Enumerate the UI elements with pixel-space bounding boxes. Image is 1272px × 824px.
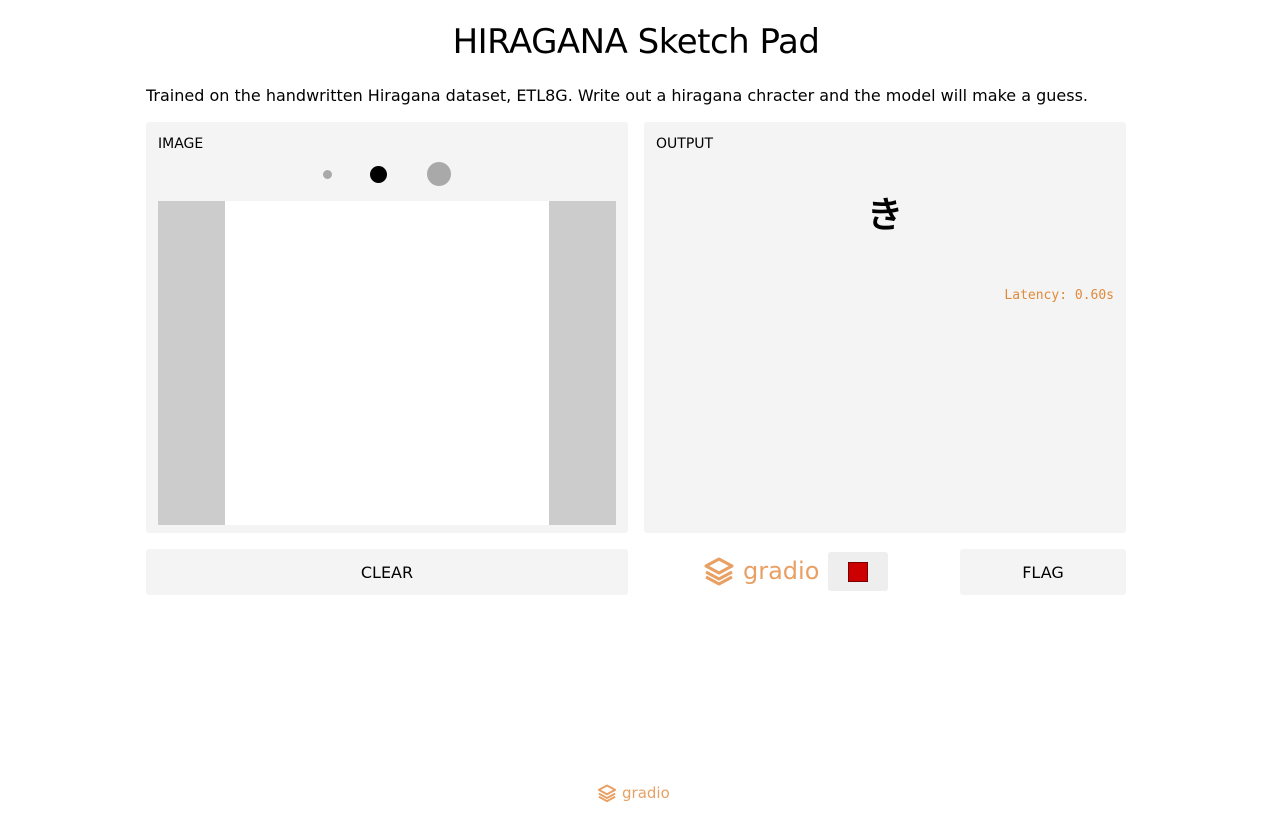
page: HIRAGANA Sketch Pad Trained on the handw… — [0, 0, 1272, 824]
brush-size-small[interactable] — [323, 170, 332, 179]
input-panel: IMAGE — [146, 122, 628, 533]
brush-size-large[interactable] — [427, 162, 451, 186]
stop-icon — [848, 562, 868, 582]
brush-size-medium[interactable] — [370, 166, 387, 183]
brush-size-selector — [146, 160, 628, 188]
flag-button[interactable]: FLAG — [960, 549, 1126, 595]
latency-readout: Latency: 0.60s — [1004, 288, 1114, 303]
stop-button[interactable] — [828, 552, 888, 591]
page-title: HIRAGANA Sketch Pad — [452, 22, 820, 62]
footer-brand-name: gradio — [622, 784, 670, 802]
predicted-character: き — [866, 195, 903, 236]
gradio-brand-name: gradio — [743, 557, 820, 585]
output-panel: OUTPUT き Latency: 0.60s — [644, 122, 1126, 533]
sketchpad-frame — [158, 201, 616, 525]
footer-gradio-brand[interactable]: gradio — [597, 782, 670, 804]
gradio-brand: gradio — [703, 554, 819, 588]
sketchpad-canvas[interactable] — [225, 201, 549, 525]
page-description: Trained on the handwritten Hiragana data… — [146, 86, 1088, 105]
output-panel-label: OUTPUT — [656, 136, 714, 152]
input-panel-label: IMAGE — [158, 136, 204, 152]
gradio-logo-icon — [704, 557, 734, 586]
gradio-logo-icon — [597, 784, 617, 803]
clear-button[interactable]: CLEAR — [146, 549, 628, 595]
